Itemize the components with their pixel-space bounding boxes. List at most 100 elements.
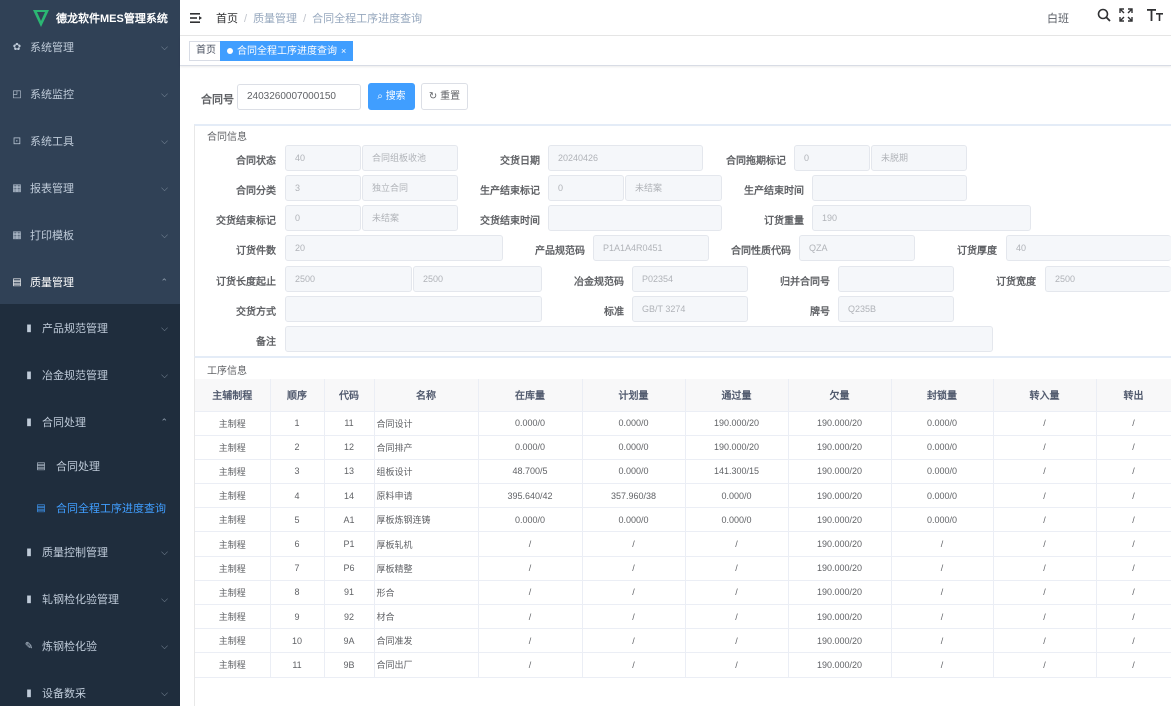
table-cell: 主制程 bbox=[195, 652, 271, 678]
table-cell: 0.000/0 bbox=[891, 459, 994, 485]
sidebar-item-quality-admin[interactable]: ▤ 质量管理 ⌃ bbox=[0, 262, 180, 302]
table-row[interactable]: 主制程 7 P6 厚板精整 / //190.000/20// / bbox=[195, 556, 1171, 581]
metal-spec-field: P02354 bbox=[632, 266, 748, 292]
length-from-field: 2500 bbox=[285, 266, 412, 292]
table-row[interactable]: 主制程 2 12 合同排产 0.000/0 0.000/0 190.000/20 190.00… bbox=[195, 435, 1171, 460]
table-cell: 厚板精整 bbox=[374, 556, 479, 581]
table-row[interactable]: 主制程 4 14 原料申请 395.640/42 357.960/38 0.000/0 190… bbox=[195, 483, 1171, 509]
table-cell: 190.000/20 bbox=[788, 459, 892, 485]
table-row[interactable]: 主制程 3 13 组板设计 48.700/5 0.000/0 141.300/15 190.0… bbox=[195, 459, 1171, 485]
reset-button[interactable]: ↻ 重置 bbox=[421, 83, 468, 110]
table-row[interactable]: 主制程 1 11 合同设计 0.000/0 0.000/0 190.000/20 190.00… bbox=[195, 411, 1171, 436]
table-row[interactable]: 主制程 10 9A 合同准发 / //190.000/20// / bbox=[195, 628, 1171, 654]
active-dot-icon bbox=[227, 48, 233, 55]
gear-icon: ✿ bbox=[12, 41, 22, 53]
col-header: 在库量 bbox=[478, 379, 583, 412]
table-cell: 13 bbox=[324, 459, 375, 485]
table-row[interactable]: 主制程 11 9B 合同出厂 / //190.000/20// / bbox=[195, 652, 1171, 678]
table-cell: / bbox=[685, 531, 789, 557]
table-cell: / bbox=[993, 531, 1097, 557]
table-cell: 0.000/0 bbox=[685, 507, 789, 533]
table-cell: / bbox=[1096, 604, 1171, 630]
sidebar-item-report-admin[interactable]: ▦ 报表管理 ⌵ bbox=[0, 168, 180, 208]
sidebar-item-contract-processing[interactable]: ▮ 合同处理 ⌃ bbox=[0, 402, 180, 442]
table-cell: 7 bbox=[270, 556, 325, 581]
table-cell: 395.640/42 bbox=[478, 483, 583, 509]
col-header: 通过量 bbox=[685, 379, 789, 412]
breadcrumb-current: 合同全程工序进度查询 bbox=[312, 12, 423, 25]
sidebar-item-equipment-data[interactable]: ▮ 设备数采 ⌵ bbox=[0, 673, 180, 706]
table-cell: / bbox=[891, 652, 994, 678]
sidebar-item-product-spec[interactable]: ▮ 产品规范管理 ⌵ bbox=[0, 308, 180, 348]
breadcrumb-home[interactable]: 首页 bbox=[216, 13, 238, 25]
table-cell: 主制程 bbox=[195, 507, 271, 533]
table-cell: / bbox=[582, 628, 686, 654]
close-icon[interactable]: × bbox=[341, 46, 346, 56]
length-to-field: 2500 bbox=[413, 266, 542, 292]
search-icon[interactable] bbox=[1097, 8, 1111, 26]
chevron-down-icon: ⌵ bbox=[161, 640, 168, 651]
table-cell: 主制程 bbox=[195, 483, 271, 509]
table-cell: 0.000/0 bbox=[582, 435, 686, 460]
table-cell: / bbox=[891, 580, 994, 606]
table-cell: 0.000/0 bbox=[891, 435, 994, 460]
monitor-icon: ◰ bbox=[12, 88, 22, 100]
table-cell: / bbox=[478, 604, 583, 630]
chevron-down-icon: ⌵ bbox=[161, 182, 168, 193]
label-deliv-end-flag: 交货结束标记 bbox=[216, 216, 276, 227]
contract-no-input[interactable]: 2403260007000150 bbox=[237, 84, 361, 110]
sidebar-item-contract-progress-query[interactable]: ▤ 合同全程工序进度查询 bbox=[0, 488, 180, 528]
font-size-icon[interactable] bbox=[1147, 8, 1163, 26]
sidebar-item-system-monitor[interactable]: ◰ 系统监控 ⌵ bbox=[0, 74, 180, 114]
sidebar-item-steelmaking-inspection[interactable]: ✎ 炼钢检化验 ⌵ bbox=[0, 626, 180, 666]
label-merge-no: 归并合同号 bbox=[780, 277, 830, 288]
label-standard: 标准 bbox=[604, 307, 624, 318]
delay-text-field: 未脱期 bbox=[871, 145, 967, 171]
label-order-weight: 订货重量 bbox=[764, 216, 804, 227]
user-shift[interactable]: 白班 bbox=[1047, 10, 1069, 26]
table-cell: / bbox=[582, 652, 686, 678]
table-cell: 原料申请 bbox=[374, 483, 479, 509]
table-cell: / bbox=[685, 604, 789, 630]
table-cell: 91 bbox=[324, 580, 375, 606]
table-cell: 2 bbox=[270, 435, 325, 460]
label-delivery-date: 交货日期 bbox=[500, 156, 540, 167]
merge-no-field bbox=[838, 266, 954, 292]
table-cell: 主制程 bbox=[195, 531, 271, 557]
tag-home[interactable]: 首页 bbox=[189, 41, 223, 61]
label-property-code: 合同性质代码 bbox=[731, 246, 791, 257]
label-length-range: 订货长度起止 bbox=[216, 277, 276, 288]
sidebar-item-contract-processing-page[interactable]: ▤ 合同处理 bbox=[0, 446, 180, 486]
sidebar-item-metal-spec[interactable]: ▮ 冶金规范管理 ⌵ bbox=[0, 355, 180, 395]
table-cell: / bbox=[993, 604, 1097, 630]
table-row[interactable]: 主制程 5 A1 厚板炼钢连铸 0.000/0 0.000/0 0.000/0 190.000… bbox=[195, 507, 1171, 533]
sidebar-item-quality-control[interactable]: ▮ 质量控制管理 ⌵ bbox=[0, 532, 180, 572]
sidebar-item-print-template[interactable]: ▦ 打印模板 ⌵ bbox=[0, 215, 180, 255]
col-header: 转入量 bbox=[993, 379, 1097, 412]
col-header: 主辅制程 bbox=[195, 379, 271, 412]
sidebar-item-system-admin[interactable]: ✿ 系统管理 ⌵ bbox=[0, 27, 180, 67]
table-cell: 5 bbox=[270, 507, 325, 533]
table-row[interactable]: 主制程 6 P1 厚板轧机 / //190.000/20// / bbox=[195, 531, 1171, 557]
book-icon: ▮ bbox=[26, 593, 32, 605]
col-header: 欠量 bbox=[788, 379, 892, 412]
hamburger-icon[interactable] bbox=[190, 12, 202, 24]
book-icon: ▮ bbox=[26, 416, 32, 428]
delivery-date-field: 20240426 bbox=[548, 145, 703, 171]
search-button[interactable]: ⌕ 搜索 bbox=[368, 83, 415, 110]
table-row[interactable]: 主制程 9 92 材合 / //190.000/20// / bbox=[195, 604, 1171, 630]
book-icon: ▮ bbox=[26, 369, 32, 381]
chevron-down-icon: ⌵ bbox=[161, 687, 168, 698]
breadcrumb: 首页 / 质量管理 / 合同全程工序进度查询 bbox=[216, 12, 423, 25]
tag-current[interactable]: 合同全程工序进度查询 × bbox=[220, 41, 354, 61]
table-cell: / bbox=[478, 628, 583, 654]
sidebar-item-system-tools[interactable]: ⊡ 系统工具 ⌵ bbox=[0, 121, 180, 161]
chevron-up-icon: ⌃ bbox=[160, 276, 168, 287]
chevron-down-icon: ⌵ bbox=[161, 546, 168, 557]
logo-icon bbox=[33, 10, 49, 27]
fullscreen-icon[interactable] bbox=[1119, 8, 1133, 26]
sidebar-item-rolling-inspection[interactable]: ▮ 轧钢检化验管理 ⌵ bbox=[0, 579, 180, 619]
table-row[interactable]: 主制程 8 91 形合 / //190.000/20// / bbox=[195, 580, 1171, 606]
contract-no-label: 合同号 bbox=[201, 94, 234, 106]
breadcrumb-quality[interactable]: 质量管理 bbox=[253, 13, 297, 25]
